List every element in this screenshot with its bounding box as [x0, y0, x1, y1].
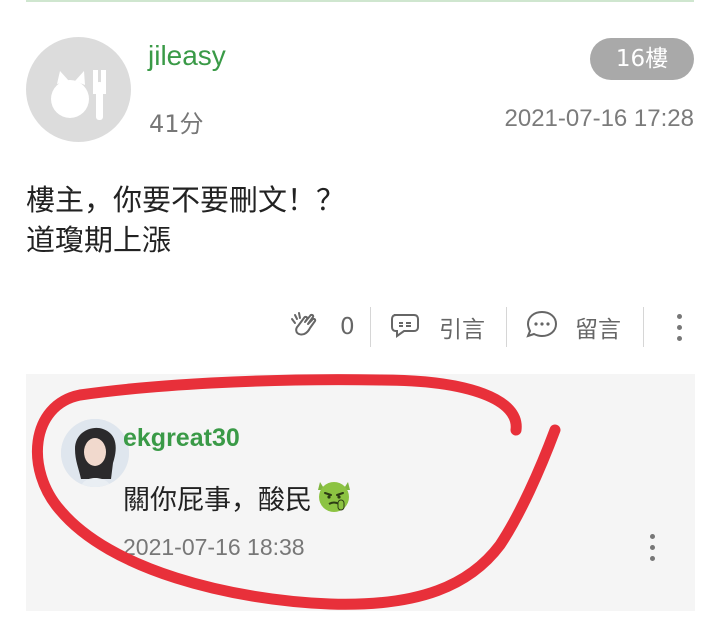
quote-label: 引言 [439, 317, 485, 343]
default-avatar-icon[interactable] [26, 37, 131, 142]
comment-button[interactable]: 留言 [524, 303, 621, 351]
comment-box: ekgreat30 關你屁事，酸民 2021-07-16 18:38 [26, 374, 695, 611]
comment-icon [524, 307, 560, 347]
like-button[interactable]: 0 [288, 303, 355, 351]
more-icon[interactable] [672, 303, 686, 351]
post-score: 41分 [149, 110, 204, 138]
quote-icon [388, 307, 424, 347]
action-bar: 0 引言 留言 [0, 303, 720, 351]
reply-post: jileasy 41分 16樓 2021-07-16 17:28 樓主，你要不要… [0, 0, 720, 360]
comment-label: 留言 [575, 317, 621, 343]
post-content: 樓主，你要不要刪文！？ 道瓊期上漲 [26, 180, 345, 260]
post-username[interactable]: jileasy [148, 40, 226, 72]
more-icon[interactable] [645, 534, 659, 570]
divider [506, 307, 507, 347]
content-line: 道瓊期上漲 [26, 223, 172, 257]
content-line: 樓主，你要不要刪文！？ [26, 183, 346, 217]
comment-text-row: 關你屁事，酸民 [123, 474, 354, 521]
commenter-avatar[interactable] [61, 419, 129, 487]
post-time: 2021-07-16 17:28 [504, 105, 695, 132]
floor-badge: 16樓 [590, 38, 694, 80]
comment-text: 關你屁事，酸民 [123, 485, 312, 516]
like-count: 0 [340, 314, 355, 340]
comment-time: 2021-07-16 18:38 [123, 534, 305, 560]
divider [370, 307, 371, 347]
devil-emoji-icon [314, 474, 354, 521]
divider [643, 307, 644, 347]
quote-button[interactable]: 引言 [388, 303, 485, 351]
commenter-username[interactable]: ekgreat30 [123, 424, 240, 453]
clap-icon [288, 307, 322, 347]
